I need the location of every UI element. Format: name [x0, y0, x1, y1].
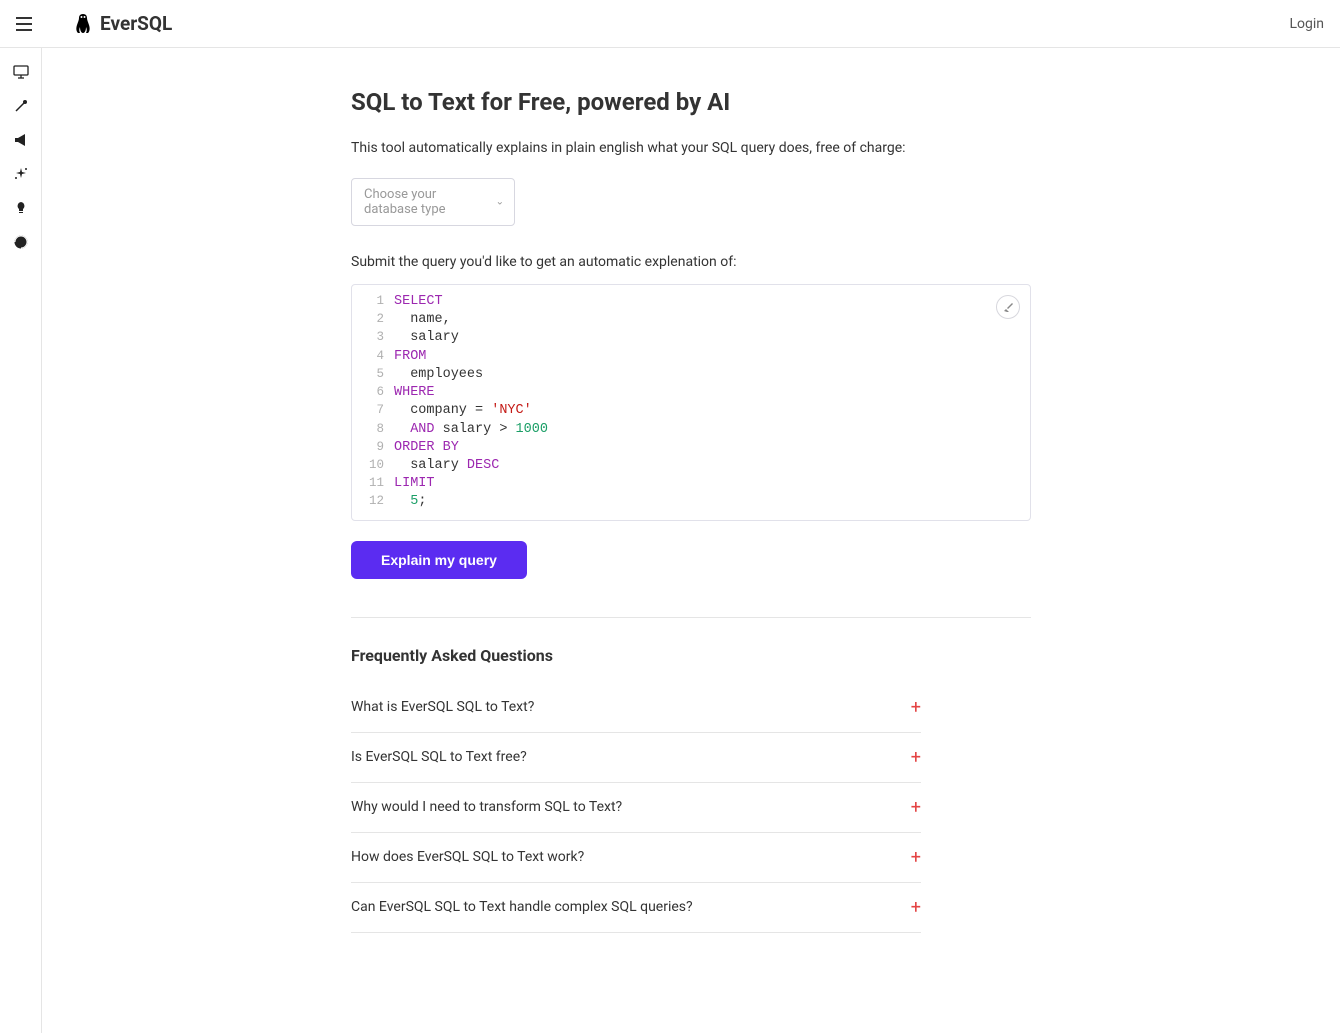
database-type-select[interactable]: Choose your database type ⌄ [351, 178, 515, 226]
format-brush-button[interactable] [996, 295, 1020, 319]
page-description: This tool automatically explains in plai… [351, 140, 1031, 156]
code-line: 12 5; [352, 493, 1030, 511]
brush-icon [1002, 301, 1014, 313]
sidebar-bulb-icon[interactable] [13, 200, 29, 216]
line-number: 4 [352, 348, 394, 366]
line-content[interactable]: name, [394, 311, 1030, 329]
line-content[interactable]: employees [394, 366, 1030, 384]
section-divider [351, 617, 1031, 618]
faq-question: Why would I need to transform SQL to Tex… [351, 799, 622, 815]
code-line: 7 company = 'NYC' [352, 402, 1030, 420]
code-line: 6WHERE [352, 384, 1030, 402]
line-number: 12 [352, 493, 394, 511]
faq-item[interactable]: What is EverSQL SQL to Text? + [351, 683, 921, 733]
line-content[interactable]: company = 'NYC' [394, 402, 1030, 420]
line-content[interactable]: salary [394, 329, 1030, 347]
code-line: 3 salary [352, 329, 1030, 347]
line-number: 8 [352, 421, 394, 439]
sidebar [0, 48, 42, 1033]
code-line: 1SELECT [352, 293, 1030, 311]
code-line: 5 employees [352, 366, 1030, 384]
line-content[interactable]: AND salary > 1000 [394, 421, 1030, 439]
line-number: 6 [352, 384, 394, 402]
line-number: 10 [352, 457, 394, 475]
line-content[interactable]: WHERE [394, 384, 1030, 402]
top-header: EverSQL Login [0, 0, 1340, 48]
faq-list: What is EverSQL SQL to Text?+Is EverSQL … [351, 683, 1031, 933]
line-number: 1 [352, 293, 394, 311]
expand-plus-icon: + [911, 897, 921, 918]
sidebar-wand-icon[interactable] [13, 98, 29, 114]
main-content: SQL to Text for Free, powered by AI This… [42, 48, 1340, 1033]
faq-item[interactable]: Can EverSQL SQL to Text handle complex S… [351, 883, 921, 933]
chevron-down-icon: ⌄ [496, 197, 504, 208]
hamburger-menu-icon[interactable] [16, 17, 32, 31]
sidebar-megaphone-icon[interactable] [13, 132, 29, 148]
brand-name: EverSQL [100, 12, 172, 35]
line-number: 9 [352, 439, 394, 457]
code-line: 9ORDER BY [352, 439, 1030, 457]
explain-query-button[interactable]: Explain my query [351, 541, 527, 579]
expand-plus-icon: + [911, 797, 921, 818]
page-title: SQL to Text for Free, powered by AI [351, 88, 1031, 116]
code-line: 11LIMIT [352, 475, 1030, 493]
sidebar-monitor-icon[interactable] [13, 64, 29, 80]
sidebar-help-icon[interactable] [13, 234, 29, 250]
line-content[interactable]: 5; [394, 493, 1030, 511]
line-content[interactable]: ORDER BY [394, 439, 1030, 457]
faq-question: Is EverSQL SQL to Text free? [351, 749, 527, 765]
brand-logo[interactable]: EverSQL [74, 12, 172, 35]
login-link[interactable]: Login [1289, 16, 1324, 32]
faq-item[interactable]: Is EverSQL SQL to Text free? + [351, 733, 921, 783]
line-number: 7 [352, 402, 394, 420]
faq-section-title: Frequently Asked Questions [351, 646, 1031, 665]
code-line: 8 AND salary > 1000 [352, 421, 1030, 439]
submit-query-label: Submit the query you'd like to get an au… [351, 254, 1031, 270]
faq-question: Can EverSQL SQL to Text handle complex S… [351, 899, 693, 915]
code-line: 4FROM [352, 348, 1030, 366]
faq-item[interactable]: How does EverSQL SQL to Text work? + [351, 833, 921, 883]
code-line: 2 name, [352, 311, 1030, 329]
db-select-placeholder: Choose your database type [364, 187, 486, 217]
line-number: 11 [352, 475, 394, 493]
faq-question: How does EverSQL SQL to Text work? [351, 849, 584, 865]
sidebar-sparkle-icon[interactable] [13, 166, 29, 182]
faq-item[interactable]: Why would I need to transform SQL to Tex… [351, 783, 921, 833]
line-number: 2 [352, 311, 394, 329]
line-number: 5 [352, 366, 394, 384]
line-content[interactable]: LIMIT [394, 475, 1030, 493]
expand-plus-icon: + [911, 747, 921, 768]
line-content[interactable]: SELECT [394, 293, 1030, 311]
line-number: 3 [352, 329, 394, 347]
penguin-icon [74, 13, 92, 35]
expand-plus-icon: + [911, 697, 921, 718]
line-content[interactable]: FROM [394, 348, 1030, 366]
expand-plus-icon: + [911, 847, 921, 868]
faq-question: What is EverSQL SQL to Text? [351, 699, 534, 715]
line-content[interactable]: salary DESC [394, 457, 1030, 475]
sql-editor[interactable]: 1SELECT2 name,3 salary4FROM5 employees6W… [351, 284, 1031, 521]
code-line: 10 salary DESC [352, 457, 1030, 475]
